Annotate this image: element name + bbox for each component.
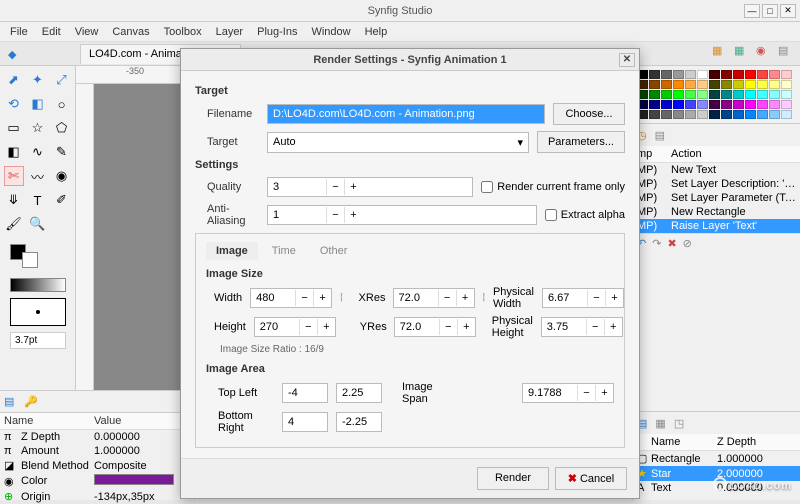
- topleft-x-input[interactable]: [282, 383, 328, 403]
- tab-image[interactable]: Image: [206, 242, 258, 260]
- settings-section-label: Settings: [195, 159, 625, 171]
- filename-label: Filename: [195, 108, 259, 120]
- render-frame-checkbox[interactable]: Render current frame only: [481, 181, 625, 193]
- link-icon[interactable]: 𝄔: [483, 293, 485, 304]
- yres-label: YRes: [352, 321, 386, 333]
- image-span-label: Image Span: [390, 381, 452, 405]
- tab-time[interactable]: Time: [262, 242, 306, 260]
- extract-alpha-checkbox[interactable]: Extract alpha: [545, 209, 625, 221]
- image-span-spinner[interactable]: −+: [522, 383, 614, 403]
- plus-icon[interactable]: +: [344, 179, 362, 195]
- quality-label: Quality: [195, 181, 259, 193]
- physical-height-spinner[interactable]: −+: [541, 317, 623, 337]
- target-label: Target: [195, 136, 259, 148]
- height-label: Height: [206, 321, 246, 333]
- dialog-close-button[interactable]: ✕: [619, 53, 635, 67]
- height-spinner[interactable]: −+: [254, 317, 336, 337]
- minus-icon[interactable]: −: [326, 179, 344, 195]
- bottomright-x-input[interactable]: [282, 412, 328, 432]
- link-icon[interactable]: 𝄔: [340, 293, 342, 304]
- plus-icon[interactable]: +: [344, 207, 362, 223]
- choose-button[interactable]: Choose...: [553, 103, 625, 125]
- physical-width-label: Physical Width: [493, 286, 534, 310]
- width-label: Width: [206, 292, 242, 304]
- bottomright-label: Bottom Right: [206, 410, 274, 434]
- target-section-label: Target: [195, 85, 625, 97]
- topleft-label: Top Left: [206, 387, 274, 399]
- chevron-down-icon: ▾: [517, 136, 523, 149]
- parameters-button[interactable]: Parameters...: [537, 131, 625, 153]
- width-spinner[interactable]: −+: [250, 288, 332, 308]
- cancel-icon: ✖: [568, 473, 577, 485]
- antialiasing-spinner[interactable]: −+: [267, 205, 537, 225]
- render-settings-dialog: Render Settings - Synfig Animation 1 ✕ T…: [180, 48, 640, 499]
- render-button[interactable]: Render: [477, 467, 549, 490]
- target-combo[interactable]: Auto▾: [267, 132, 529, 153]
- quality-spinner[interactable]: −+: [267, 177, 473, 197]
- physical-width-spinner[interactable]: −+: [542, 288, 624, 308]
- tab-other[interactable]: Other: [310, 242, 358, 260]
- xres-label: XRes: [351, 292, 385, 304]
- image-area-label: Image Area: [206, 363, 614, 375]
- minus-icon[interactable]: −: [326, 207, 344, 223]
- image-ratio-label: Image Size Ratio : 16/9: [206, 344, 614, 355]
- cancel-button[interactable]: ✖Cancel: [555, 467, 627, 490]
- topleft-y-input[interactable]: [336, 383, 382, 403]
- dialog-title: Render Settings - Synfig Animation 1: [313, 54, 506, 66]
- filename-input[interactable]: D:\LO4D.com\LO4D.com - Animation.png: [267, 104, 545, 124]
- antialiasing-label: Anti-Aliasing: [195, 203, 259, 227]
- image-size-label: Image Size: [206, 268, 614, 280]
- physical-height-label: Physical Height: [492, 315, 533, 339]
- yres-spinner[interactable]: −+: [394, 317, 476, 337]
- xres-spinner[interactable]: −+: [393, 288, 475, 308]
- watermark: LO4D.com: [713, 476, 792, 494]
- bottomright-y-input[interactable]: [336, 412, 382, 432]
